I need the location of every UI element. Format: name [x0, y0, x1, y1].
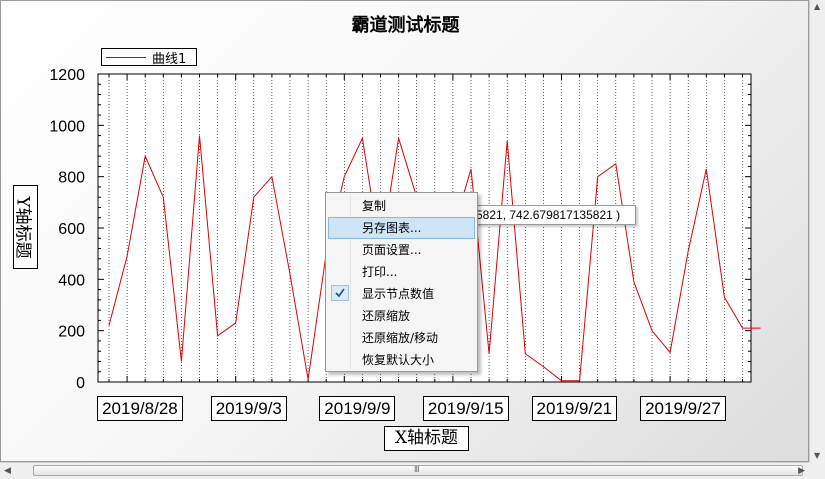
scroll-up-arrow-icon[interactable]: ▲: [814, 2, 820, 11]
x-tick-label: 2019/9/15: [422, 396, 509, 421]
menu-item-label: 还原缩放: [362, 309, 411, 323]
x-tick-label: 2019/9/21: [531, 396, 618, 421]
legend-line-swatch: [106, 56, 146, 58]
y-tick-label: 400: [58, 272, 85, 289]
scroll-down-arrow-icon[interactable]: ▼: [814, 451, 820, 460]
menu-item-label: 复制: [362, 199, 387, 213]
legend-label: 曲线1: [152, 51, 187, 67]
x-tick-label: 2019/9/3: [210, 396, 287, 421]
menu-item-label: 显示节点数值: [362, 287, 435, 301]
y-tick-label: 800: [58, 170, 85, 187]
menu-item-label: 打印...: [362, 265, 398, 279]
scrollbar-corner: [809, 462, 825, 479]
y-axis-title-text: Y轴标题: [13, 195, 34, 259]
x-tick-label: 2019/9/9: [319, 396, 396, 421]
chart-window: 霸道测试标题 0 200 400 600 800 1000 1200 曲线1 Y轴标题 20…: [0, 0, 825, 479]
menu-item-label: 另存图表...: [362, 221, 422, 235]
menu-item[interactable]: 显示节点数值: [328, 283, 475, 305]
menu-item[interactable]: 页面设置...: [328, 239, 475, 261]
menu-item-label: 还原缩放/移动: [362, 331, 439, 345]
checkmark-icon: [331, 285, 349, 301]
x-axis-title: X轴标题: [384, 426, 469, 451]
legend: 曲线1: [101, 48, 197, 67]
y-tick-label: 600: [58, 221, 85, 238]
x-tick-label: 2019/8/28: [97, 396, 183, 421]
menu-item[interactable]: 复制: [328, 195, 475, 217]
menu-item-label: 恢复默认大小: [362, 353, 435, 367]
chart-area[interactable]: 霸道测试标题 0 200 400 600 800 1000 1200 曲线1 Y轴标题 20…: [0, 0, 809, 462]
y-tick-label: 200: [58, 324, 85, 341]
point-value-tooltip: 5821, 742.679817135821 ): [463, 205, 636, 225]
scroll-left-arrow-icon[interactable]: ◀: [4, 466, 11, 476]
menu-item[interactable]: 另存图表...: [328, 217, 475, 239]
menu-item-label: 页面设置...: [362, 243, 422, 257]
y-tick-label: 1000: [49, 118, 85, 135]
vertical-scrollbar[interactable]: ▲ ▼: [809, 0, 825, 462]
scroll-right-arrow-icon[interactable]: ▶: [798, 466, 805, 476]
y-tick-label: 1200: [49, 67, 85, 84]
y-axis-title: Y轴标题: [13, 185, 38, 269]
menu-item[interactable]: 还原缩放/移动: [328, 327, 475, 349]
y-tick-label: 0: [76, 375, 85, 392]
y-tick-labels: 0 200 400 600 800 1000 1200: [49, 67, 85, 392]
horizontal-scrollbar[interactable]: ◀ Ⅲ ▶: [0, 462, 809, 479]
horizontal-scroll-thumb[interactable]: Ⅲ: [33, 465, 803, 476]
menu-item[interactable]: 打印...: [328, 261, 475, 283]
menu-item[interactable]: 恢复默认大小: [328, 349, 475, 371]
menu-item[interactable]: 还原缩放: [328, 305, 475, 327]
scroll-grip-icon: Ⅲ: [414, 465, 420, 474]
x-tick-label: 2019/9/27: [640, 396, 726, 421]
context-menu[interactable]: 复制另存图表... 页面设置... 打印... 显示节点数值 还原缩放还原缩放/移动 恢复…: [325, 192, 478, 372]
